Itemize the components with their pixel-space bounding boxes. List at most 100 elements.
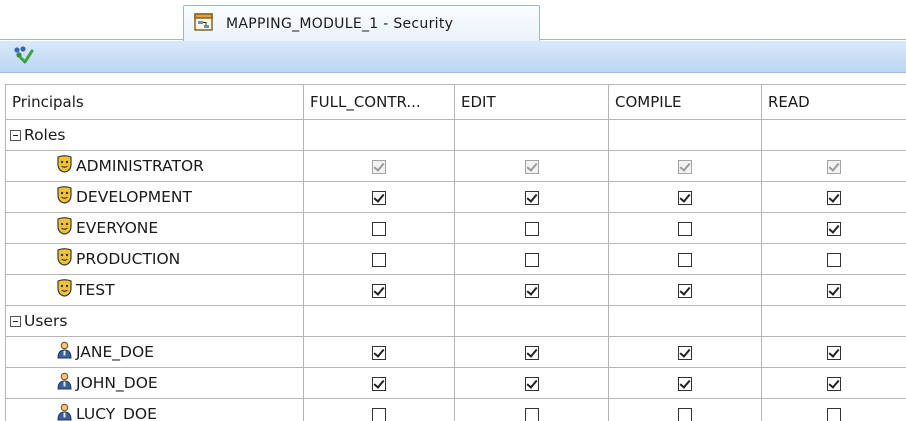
full-control-checkbox-administrator <box>372 159 386 174</box>
refresh-principals-icon[interactable] <box>12 45 34 69</box>
permission-cell <box>303 243 455 275</box>
compile-checkbox-production[interactable] <box>678 252 692 267</box>
principal-cell: LUCY_DOE <box>5 398 304 421</box>
principal-lucy-doe[interactable]: LUCY_DOE <box>10 403 303 421</box>
permission-cell <box>608 181 762 213</box>
compile-checkbox-everyone[interactable] <box>678 221 692 236</box>
collapse-icon[interactable] <box>10 129 21 141</box>
principal-row-test: TEST <box>5 274 906 306</box>
principal-name: ADMINISTRATOR <box>76 157 204 175</box>
grid-body: Roles ADMINISTRATOR DEVELOPMENT EVERYONE PRO… <box>5 119 906 421</box>
read-checkbox-production[interactable] <box>827 252 841 267</box>
full-control-checkbox-jane-doe[interactable] <box>372 345 386 360</box>
permission-cell <box>761 274 906 306</box>
column-header-compile[interactable]: COMPILE <box>608 84 762 120</box>
group-label: Users <box>24 312 68 330</box>
principal-cell: ADMINISTRATOR <box>5 150 304 182</box>
edit-checkbox-everyone[interactable] <box>524 221 539 236</box>
edit-checkbox-lucy-doe[interactable] <box>524 407 539 421</box>
permission-cell <box>454 336 609 368</box>
compile-checkbox-john-doe[interactable] <box>678 376 692 391</box>
group-cell-roles: Roles <box>5 119 304 151</box>
empty-cell <box>608 119 762 151</box>
column-header-full-control[interactable]: FULL_CONTR... <box>303 84 455 120</box>
security-toolbar <box>0 41 906 73</box>
edit-checkbox-test[interactable] <box>524 283 539 298</box>
principal-jane-doe[interactable]: JANE_DOE <box>10 341 303 363</box>
principal-row-john-doe: JOHN_DOE <box>5 367 906 399</box>
full-control-checkbox-test[interactable] <box>372 283 386 298</box>
empty-cell <box>454 119 609 151</box>
group-header-roles[interactable]: Roles <box>10 126 303 144</box>
principal-development[interactable]: DEVELOPMENT <box>10 186 303 208</box>
user-icon <box>56 372 73 394</box>
read-checkbox-test[interactable] <box>827 283 841 298</box>
principal-cell: PRODUCTION <box>5 243 304 275</box>
principal-name: JANE_DOE <box>76 343 154 361</box>
read-checkbox-jane-doe[interactable] <box>827 345 841 360</box>
read-checkbox-development[interactable] <box>827 190 841 205</box>
permission-cell <box>454 274 609 306</box>
permission-cell <box>303 181 455 213</box>
collapse-icon[interactable] <box>10 315 21 327</box>
column-header-edit[interactable]: EDIT <box>454 84 609 120</box>
permission-cell <box>761 398 906 421</box>
permission-cell <box>608 336 762 368</box>
full-control-checkbox-production[interactable] <box>372 252 386 267</box>
edit-checkbox-john-doe[interactable] <box>524 376 539 391</box>
empty-cell <box>454 305 609 337</box>
edit-checkbox-development[interactable] <box>524 190 539 205</box>
permission-cell <box>761 336 906 368</box>
compile-checkbox-development[interactable] <box>678 190 692 205</box>
permission-cell <box>761 367 906 399</box>
full-control-checkbox-john-doe[interactable] <box>372 376 386 391</box>
compile-checkbox-lucy-doe[interactable] <box>678 407 692 421</box>
permission-cell <box>608 243 762 275</box>
permission-cell <box>608 398 762 421</box>
principal-row-everyone: EVERYONE <box>5 212 906 244</box>
permission-cell <box>761 181 906 213</box>
permission-cell <box>454 367 609 399</box>
edit-checkbox-production[interactable] <box>524 252 539 267</box>
editor-tabstrip: MAPPING_MODULE_1 - Security <box>0 0 906 41</box>
full-control-checkbox-everyone[interactable] <box>372 221 386 236</box>
principal-everyone[interactable]: EVERYONE <box>10 217 303 239</box>
permission-cell <box>454 243 609 275</box>
full-control-checkbox-development[interactable] <box>372 190 386 205</box>
edit-checkbox-jane-doe[interactable] <box>524 345 539 360</box>
principal-john-doe[interactable]: JOHN_DOE <box>10 372 303 394</box>
read-checkbox-lucy-doe[interactable] <box>827 407 841 421</box>
compile-checkbox-test[interactable] <box>678 283 692 298</box>
column-header-principals[interactable]: Principals <box>5 84 304 120</box>
principal-row-production: PRODUCTION <box>5 243 906 275</box>
full-control-checkbox-lucy-doe[interactable] <box>372 407 386 421</box>
principal-row-lucy-doe: LUCY_DOE <box>5 398 906 421</box>
principal-cell: JOHN_DOE <box>5 367 304 399</box>
principal-administrator[interactable]: ADMINISTRATOR <box>10 155 303 177</box>
principal-test[interactable]: TEST <box>10 279 303 301</box>
compile-checkbox-administrator <box>678 159 692 174</box>
principal-production[interactable]: PRODUCTION <box>10 248 303 270</box>
read-checkbox-john-doe[interactable] <box>827 376 841 391</box>
permission-cell <box>303 212 455 244</box>
principal-name: JOHN_DOE <box>76 374 158 392</box>
principal-name: PRODUCTION <box>76 250 181 268</box>
empty-cell <box>608 305 762 337</box>
read-checkbox-everyone[interactable] <box>827 221 841 236</box>
group-cell-users: Users <box>5 305 304 337</box>
tabstrip-rule-right <box>540 39 906 40</box>
group-header-users[interactable]: Users <box>10 312 303 330</box>
role-icon <box>56 248 73 270</box>
permission-cell <box>303 398 455 421</box>
permission-cell <box>454 150 609 182</box>
permission-cell <box>454 181 609 213</box>
permission-cell <box>608 274 762 306</box>
read-checkbox-administrator <box>827 159 841 174</box>
compile-checkbox-jane-doe[interactable] <box>678 345 692 360</box>
column-header-read[interactable]: READ <box>761 84 906 120</box>
empty-cell <box>303 305 455 337</box>
empty-cell <box>761 305 906 337</box>
permission-cell <box>761 243 906 275</box>
tab-mapping-module-security[interactable]: MAPPING_MODULE_1 - Security <box>183 5 540 41</box>
permission-cell <box>761 150 906 182</box>
